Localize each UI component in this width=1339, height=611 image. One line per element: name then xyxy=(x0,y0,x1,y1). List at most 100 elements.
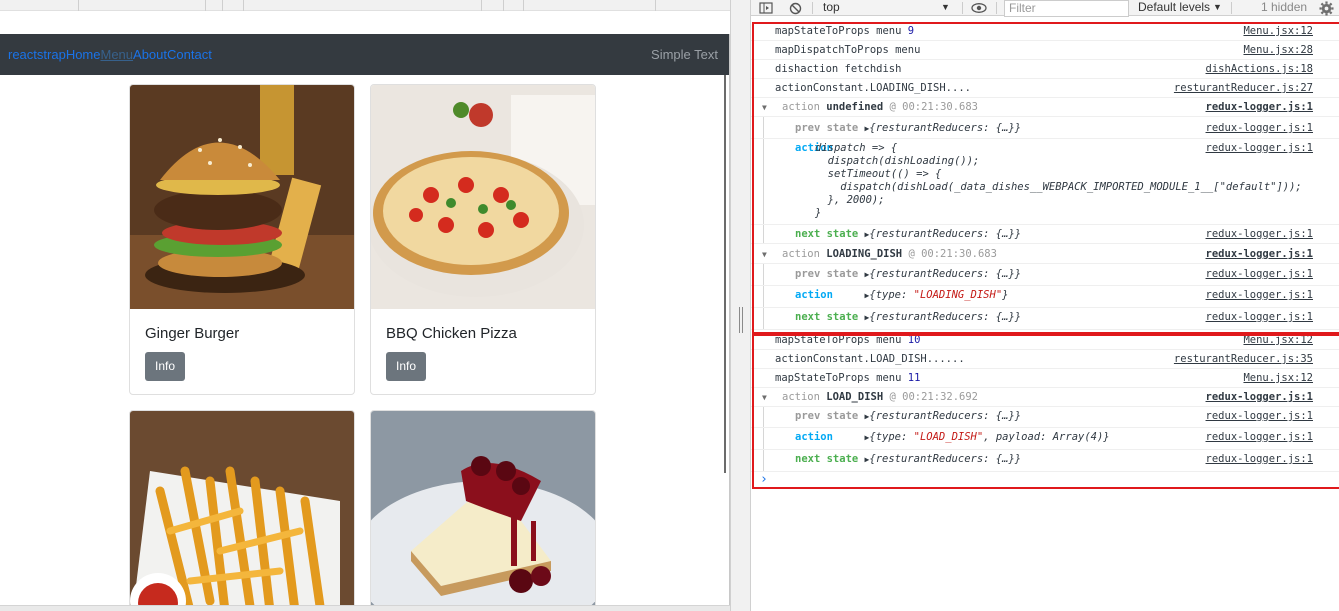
dish-card-fries xyxy=(129,410,355,611)
source-link[interactable]: resturantReducer.js:27 xyxy=(1174,79,1313,98)
source-link[interactable]: redux-logger.js:1 xyxy=(1206,98,1313,117)
log-row: dishaction fetchdish dishActions.js:18 xyxy=(751,60,1339,79)
action-type: LOAD_DISH xyxy=(826,391,884,403)
prev-state-key: prev state xyxy=(795,122,859,134)
browser-tab-strip xyxy=(0,0,750,11)
log-group-header[interactable]: ▼ action LOADING_DISH @ 00:21:30.683 red… xyxy=(751,245,1339,264)
info-button[interactable]: Info xyxy=(145,352,185,381)
horizontal-scrollbar[interactable] xyxy=(0,605,730,611)
object-suffix: } xyxy=(1002,289,1009,301)
state-object[interactable]: {resturantReducers: {…}} xyxy=(869,122,1021,134)
log-row: next state ▶{resturantReducers: {…}} red… xyxy=(751,225,1339,244)
context-select[interactable]: top xyxy=(823,0,840,16)
nav-links: reactstrapHomeMenuAboutContact xyxy=(8,47,212,62)
drag-grip-icon xyxy=(739,307,743,333)
next-state-key: next state xyxy=(795,311,859,323)
expand-triangle-icon[interactable]: ▼ xyxy=(762,388,767,407)
action-key: action xyxy=(795,289,833,301)
page-scrollbar[interactable] xyxy=(724,75,726,473)
nav-link-about[interactable]: About xyxy=(133,47,167,62)
log-number: 9 xyxy=(907,25,915,37)
log-text: actionConstant.LOAD_DISH...... xyxy=(775,353,965,365)
devtools-console: top ▼ Filter Default levels ▼ 1 hidden m… xyxy=(751,0,1339,611)
expand-triangle-icon[interactable]: ▼ xyxy=(762,245,767,264)
source-link[interactable]: redux-logger.js:1 xyxy=(1206,450,1313,469)
eye-icon[interactable] xyxy=(971,3,987,13)
source-link[interactable]: redux-logger.js:1 xyxy=(1206,407,1313,426)
group-label: action xyxy=(782,101,820,113)
log-row: mapStateToProps menu 10 Menu.jsx:12 xyxy=(751,331,1339,350)
payload-key: , payload: xyxy=(983,431,1053,443)
log-row: next state ▶{resturantReducers: {…}} red… xyxy=(751,308,1339,330)
source-link[interactable]: redux-logger.js:1 xyxy=(1206,308,1313,327)
log-row: actionConstant.LOAD_DISH...... resturant… xyxy=(751,350,1339,369)
group-label: action xyxy=(782,248,820,260)
expand-triangle-icon[interactable]: ▼ xyxy=(762,98,767,117)
log-levels-dropdown[interactable]: Default levels xyxy=(1138,0,1210,16)
nav-link-menu[interactable]: Menu xyxy=(101,47,134,62)
source-link[interactable]: redux-logger.js:1 xyxy=(1206,139,1313,158)
state-object[interactable]: {resturantReducers: {…}} xyxy=(869,453,1021,465)
action-type: undefined xyxy=(826,101,884,113)
filter-input[interactable]: Filter xyxy=(1004,0,1129,17)
log-row: action ▶{type: "LOADING_DISH"} redux-log… xyxy=(751,286,1339,308)
state-object[interactable]: {resturantReducers: {…}} xyxy=(869,410,1021,422)
log-row: action dispatch => { dispatch(dishLoadin… xyxy=(751,139,1339,225)
source-link[interactable]: redux-logger.js:1 xyxy=(1206,225,1313,244)
card-title: BBQ Chicken Pizza xyxy=(386,325,517,342)
dish-card-burger: Ginger Burger Info xyxy=(129,84,355,395)
log-group-header[interactable]: ▼ action LOAD_DISH @ 00:21:32.692 redux-… xyxy=(751,388,1339,407)
chevron-down-icon: ▼ xyxy=(941,2,950,12)
devtools-resize-handle[interactable] xyxy=(730,0,751,611)
log-number: 10 xyxy=(907,334,921,346)
burger-image xyxy=(130,85,354,309)
log-text: mapStateToProps menu xyxy=(775,334,908,346)
navbar-brand[interactable]: reactstrap xyxy=(8,47,66,62)
clear-console-icon[interactable] xyxy=(789,2,802,15)
source-link[interactable]: redux-logger.js:1 xyxy=(1206,286,1313,305)
log-text: mapDispatchToProps menu xyxy=(775,44,921,56)
action-type-string: "LOADING_DISH" xyxy=(913,289,1003,301)
log-row: mapStateToProps menu 9 Menu.jsx:12 xyxy=(751,22,1339,41)
timestamp: @ 00:21:32.692 xyxy=(889,391,979,403)
state-object[interactable]: {resturantReducers: {…}} xyxy=(869,228,1021,240)
source-link[interactable]: redux-logger.js:1 xyxy=(1206,428,1313,447)
state-object[interactable]: {resturantReducers: {…}} xyxy=(869,311,1021,323)
log-row: actionConstant.LOADING_DISH.... resturan… xyxy=(751,79,1339,98)
source-link[interactable]: Menu.jsx:28 xyxy=(1243,41,1313,60)
card-title: Ginger Burger xyxy=(145,325,240,342)
timestamp: @ 00:21:30.683 xyxy=(908,248,997,260)
source-link[interactable]: dishActions.js:18 xyxy=(1206,60,1313,79)
log-group-header[interactable]: ▼ action undefined @ 00:21:30.683 redux-… xyxy=(751,98,1339,117)
levels-chevron-icon: ▼ xyxy=(1213,2,1222,12)
group-label: action xyxy=(782,391,820,403)
source-link[interactable]: redux-logger.js:1 xyxy=(1206,388,1313,407)
nav-link-home[interactable]: Home xyxy=(66,47,101,62)
source-link[interactable]: redux-logger.js:1 xyxy=(1206,245,1313,264)
nav-link-contact[interactable]: Contact xyxy=(167,47,212,62)
payload-value[interactable]: Array(4)} xyxy=(1053,431,1110,443)
log-text: actionConstant.LOADING_DISH.... xyxy=(775,82,971,94)
next-state-key: next state xyxy=(795,228,859,240)
source-link[interactable]: Menu.jsx:12 xyxy=(1243,331,1313,350)
object-prefix: {type: xyxy=(869,431,914,443)
action-type-string: "LOAD_DISH" xyxy=(913,431,984,443)
source-link[interactable]: redux-logger.js:1 xyxy=(1206,265,1313,284)
console-prompt[interactable]: › xyxy=(760,472,768,487)
info-button[interactable]: Info xyxy=(386,352,426,381)
sidebar-toggle-icon[interactable] xyxy=(759,2,773,14)
dish-card-cheesecake xyxy=(370,410,596,611)
pizza-image xyxy=(371,85,595,309)
gear-icon[interactable] xyxy=(1319,1,1334,16)
log-text: mapStateToProps menu xyxy=(775,372,908,384)
source-link[interactable]: resturantReducer.js:35 xyxy=(1174,350,1313,369)
next-state-key: next state xyxy=(795,453,859,465)
log-row: prev state ▶{resturantReducers: {…}} red… xyxy=(751,119,1339,139)
source-link[interactable]: redux-logger.js:1 xyxy=(1206,119,1313,138)
state-object[interactable]: {resturantReducers: {…}} xyxy=(869,268,1021,280)
source-link[interactable]: Menu.jsx:12 xyxy=(1243,369,1313,388)
app-viewport: reactstrapHomeMenuAboutContact Simple Te… xyxy=(0,0,750,611)
log-text: dishaction fetchdish xyxy=(775,63,902,75)
source-link[interactable]: Menu.jsx:12 xyxy=(1243,22,1313,41)
cheesecake-image xyxy=(371,411,595,611)
